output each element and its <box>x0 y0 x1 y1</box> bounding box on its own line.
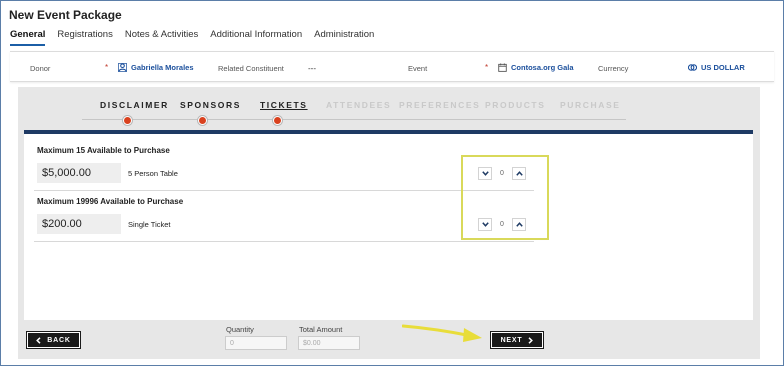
page-title: New Event Package <box>9 8 122 22</box>
quantity-stepper: 0 <box>478 218 526 231</box>
quantity-value[interactable]: 0 <box>495 167 509 180</box>
item-price: $5,000.00 <box>37 163 121 183</box>
next-button[interactable]: NEXT <box>491 332 543 348</box>
step-purchase: PURCHASE <box>560 100 621 110</box>
increment-button[interactable] <box>512 218 526 231</box>
event-label: Event <box>408 64 428 73</box>
chevron-down-icon <box>481 171 489 176</box>
chevron-down-icon <box>481 222 489 227</box>
required-marker: * <box>105 63 109 72</box>
quantity-label: Quantity <box>226 325 254 334</box>
donor-value: Gabriella Morales <box>131 63 194 72</box>
step-attendees: ATTENDEES <box>326 100 392 110</box>
item-description: 5 Person Table <box>128 169 178 178</box>
event-value: Contosa.org Gala <box>511 63 574 72</box>
tab-additional-information[interactable]: Additional Information <box>210 29 302 46</box>
related-constituent-label: Related Constituent <box>218 64 284 73</box>
next-label: NEXT <box>500 336 523 344</box>
chevron-right-icon <box>528 336 534 344</box>
tickets-content: Maximum 15 Available to Purchase $5,000.… <box>24 130 753 320</box>
calendar-icon <box>498 63 507 72</box>
decrement-button[interactable] <box>478 167 492 180</box>
item-description: Single Ticket <box>128 220 171 229</box>
item-divider <box>34 190 534 191</box>
person-icon <box>118 63 127 72</box>
currency-value: US DOLLAR <box>701 63 745 72</box>
item-price: $200.00 <box>37 214 121 234</box>
step-indicator-sponsors <box>198 116 207 125</box>
step-products: PRODUCTS <box>485 100 546 110</box>
event-link[interactable]: Contosa.org Gala <box>498 63 574 72</box>
wizard-steps: DISCLAIMER SPONSORS TICKETS ATTENDEES PR… <box>18 87 760 127</box>
donor-label: Donor <box>30 64 51 73</box>
required-marker: * <box>485 63 489 72</box>
chevron-up-icon <box>515 222 523 227</box>
step-tickets[interactable]: TICKETS <box>260 100 308 110</box>
tab-bar: General Registrations Notes & Activities… <box>10 29 386 46</box>
annotation-arrow-icon <box>402 324 482 342</box>
record-header-bar: Donor * Gabriella Morales Related Consti… <box>10 51 774 82</box>
steps-track <box>82 119 626 120</box>
chevron-up-icon <box>515 171 523 176</box>
back-label: BACK <box>47 336 71 344</box>
quantity-total-field: 0 <box>225 336 287 350</box>
donor-link[interactable]: Gabriella Morales <box>118 63 194 72</box>
wizard-footer: BACK Quantity 0 Total Amount $0.00 NEXT <box>18 323 760 359</box>
total-amount-field: $0.00 <box>298 336 360 350</box>
tab-registrations[interactable]: Registrations <box>57 29 112 46</box>
currency-link[interactable]: US DOLLAR <box>688 63 745 72</box>
back-button[interactable]: BACK <box>27 332 80 348</box>
tab-general[interactable]: General <box>10 29 46 46</box>
tab-administration[interactable]: Administration <box>314 29 374 46</box>
step-indicator-tickets <box>273 116 282 125</box>
decrement-button[interactable] <box>478 218 492 231</box>
item-heading: Maximum 19996 Available to Purchase <box>37 197 184 206</box>
item-divider <box>34 241 534 242</box>
step-indicator-disclaimer <box>123 116 132 125</box>
tab-notes-activities[interactable]: Notes & Activities <box>125 29 198 46</box>
step-sponsors[interactable]: SPONSORS <box>180 100 241 110</box>
step-preferences: PREFERENCES <box>399 100 481 110</box>
currency-label: Currency <box>598 64 629 73</box>
related-constituent-value: --- <box>308 64 316 73</box>
increment-button[interactable] <box>512 167 526 180</box>
currency-icon <box>688 64 697 71</box>
item-heading: Maximum 15 Available to Purchase <box>37 146 170 155</box>
purchase-wizard-panel: DISCLAIMER SPONSORS TICKETS ATTENDEES PR… <box>18 87 760 359</box>
chevron-left-icon <box>36 336 41 344</box>
quantity-stepper: 0 <box>478 167 526 180</box>
quantity-value[interactable]: 0 <box>495 218 509 231</box>
total-amount-label: Total Amount <box>299 325 343 334</box>
step-disclaimer[interactable]: DISCLAIMER <box>100 100 169 110</box>
